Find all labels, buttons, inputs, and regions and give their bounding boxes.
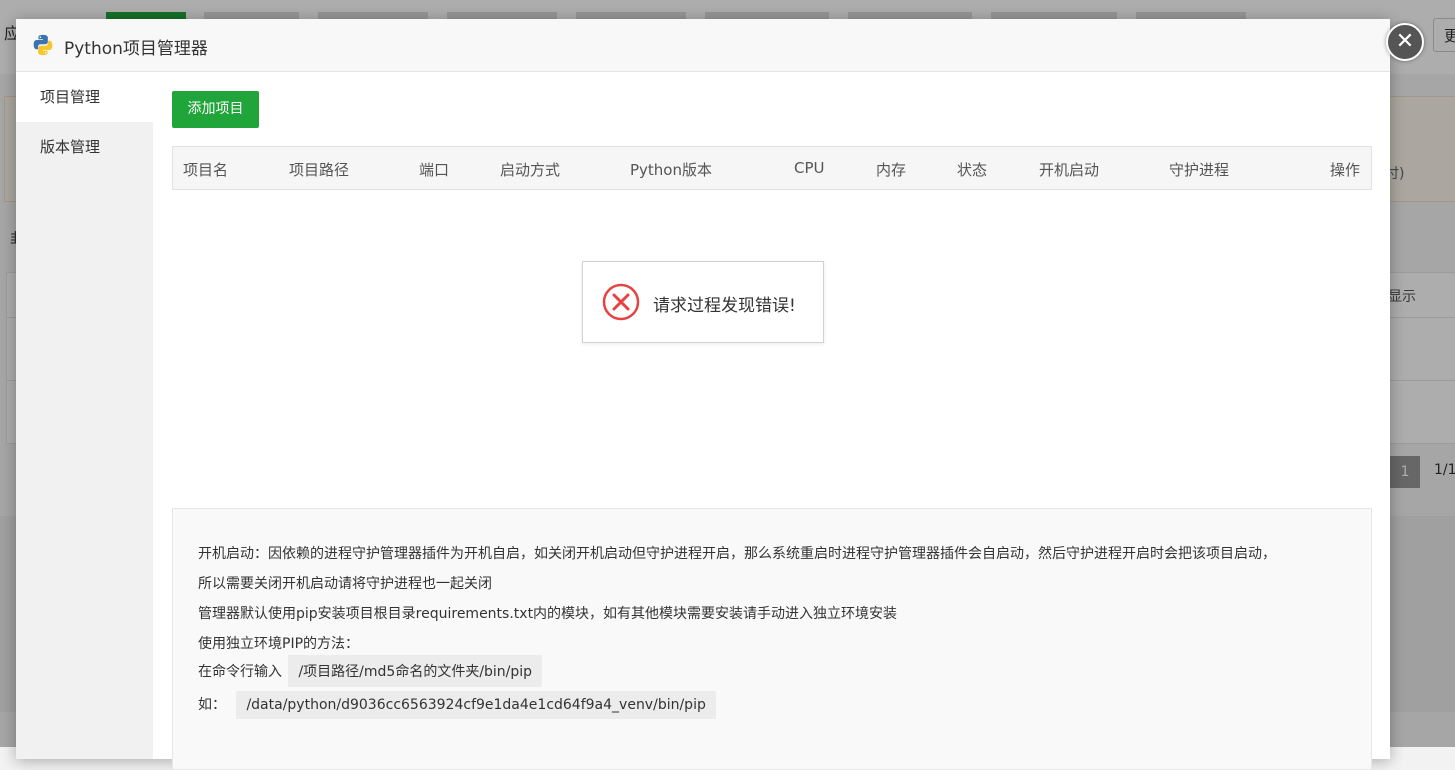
modal-header: Python项目管理器 xyxy=(16,19,1390,72)
python-manager-modal: Python项目管理器 ✕ 项目管理 版本管理 添加项目 项目名 项目路径 端口… xyxy=(16,19,1424,770)
column-header-port[interactable]: 端口 xyxy=(419,159,449,180)
column-header-status[interactable]: 状态 xyxy=(957,159,987,180)
python-logo-icon xyxy=(33,34,53,56)
sidebar-item-version-management[interactable]: 版本管理 xyxy=(16,122,153,172)
column-header-python-version[interactable]: Python版本 xyxy=(630,159,712,180)
column-header-actions[interactable]: 操作 xyxy=(1330,159,1360,180)
note-example-prefix: 如： xyxy=(198,697,226,713)
note-venv-pip-method: 使用独立环境PIP的方法： xyxy=(198,636,360,652)
add-project-button[interactable]: 添加项目 xyxy=(172,91,259,128)
help-notes: 开机启动：因依赖的进程守护管理器插件为开机自启，如关闭开机启动但守护进程开启，那… xyxy=(172,508,1372,770)
column-header-autostart[interactable]: 开机启动 xyxy=(1039,159,1099,180)
note-pip-default: 管理器默认使用pip安装项目根目录requirements.txt内的模块，如有… xyxy=(198,606,898,622)
note-autostart-cont: 所以需要关闭开机启动请将守护进程也一起关闭 xyxy=(198,576,492,592)
code-pip-path-example: /data/python/d9036cc6563924cf9e1da4e1cd6… xyxy=(236,691,716,719)
note-example: 如： /data/python/d9036cc6563924cf9e1da4e1… xyxy=(198,691,716,719)
sidebar-item-project-management[interactable]: 项目管理 xyxy=(16,72,153,122)
error-message: 请求过程发现错误! xyxy=(653,296,796,316)
column-header-start-mode[interactable]: 启动方式 xyxy=(500,159,560,180)
column-header-path[interactable]: 项目路径 xyxy=(289,159,349,180)
note-command-line: 在命令行输入 /项目路径/md5命名的文件夹/bin/pip xyxy=(198,655,543,687)
error-circle-x-icon xyxy=(602,283,640,321)
modal-title: Python项目管理器 xyxy=(64,39,208,59)
column-header-name[interactable]: 项目名 xyxy=(183,159,228,180)
error-toast: 请求过程发现错误! xyxy=(582,261,824,343)
column-header-daemon[interactable]: 守护进程 xyxy=(1169,159,1229,180)
code-pip-path-template: /项目路径/md5命名的文件夹/bin/pip xyxy=(288,655,543,687)
close-icon[interactable]: ✕ xyxy=(1386,23,1424,61)
note-autostart: 开机启动：因依赖的进程守护管理器插件为开机自启，如关闭开机启动但守护进程开启，那… xyxy=(198,546,1276,562)
note-command-prefix: 在命令行输入 xyxy=(198,664,282,680)
column-header-memory[interactable]: 内存 xyxy=(876,159,906,180)
column-header-cpu[interactable]: CPU xyxy=(794,159,825,177)
modal-sidebar: 项目管理 版本管理 xyxy=(16,72,153,759)
modal-main: 添加项目 项目名 项目路径 端口 启动方式 Python版本 CPU 内存 状态… xyxy=(153,72,1390,770)
project-table-header: 项目名 项目路径 端口 启动方式 Python版本 CPU 内存 状态 开机启动… xyxy=(172,146,1372,190)
